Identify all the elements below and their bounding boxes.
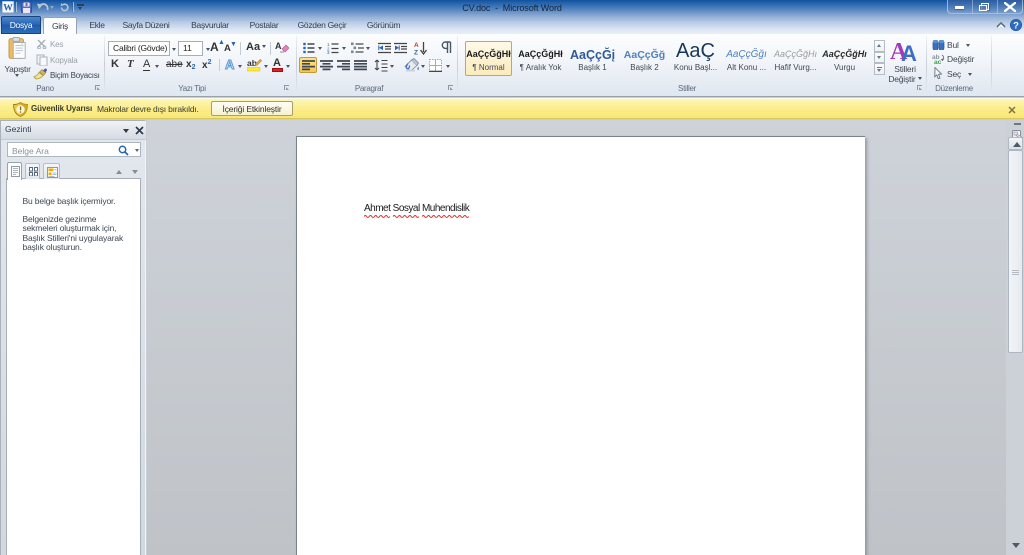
svg-text:ab: ab: [247, 58, 257, 68]
svg-text:W: W: [3, 4, 13, 14]
svg-text:Z: Z: [414, 50, 418, 56]
svg-text:?: ?: [1013, 20, 1019, 31]
svg-text:3: 3: [327, 50, 330, 54]
svg-text:ac: ac: [934, 59, 942, 64]
svg-text:A: A: [275, 41, 282, 51]
svg-text:A: A: [901, 41, 917, 63]
svg-text:A: A: [414, 42, 419, 49]
